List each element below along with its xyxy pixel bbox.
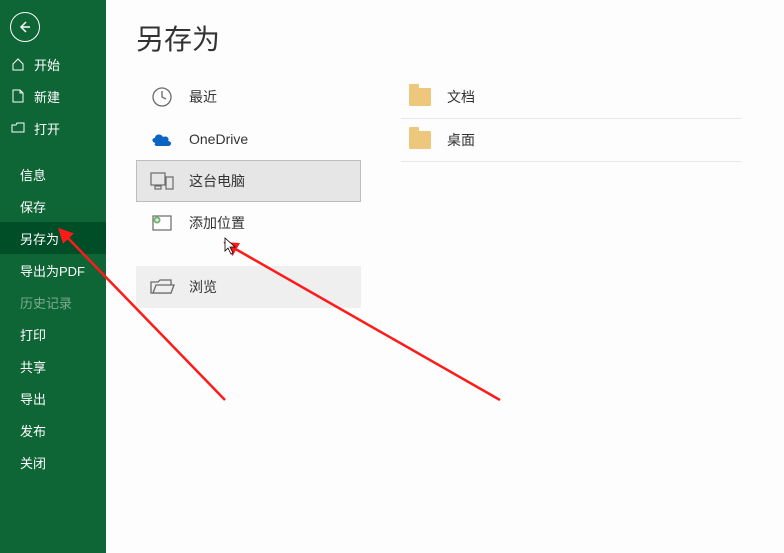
back-button[interactable] bbox=[10, 12, 40, 42]
sidebar-item-open[interactable]: 打开 bbox=[0, 112, 106, 144]
sidebar-item-save[interactable]: 保存 bbox=[0, 190, 106, 222]
location-label: 添加位置 bbox=[189, 213, 245, 233]
add-location-icon bbox=[149, 210, 175, 236]
sidebar-item-info[interactable]: 信息 bbox=[0, 158, 106, 190]
folder-label: 文档 bbox=[447, 87, 475, 107]
folder-icon bbox=[409, 88, 431, 106]
browse-button[interactable]: 浏览 bbox=[136, 266, 361, 308]
open-folder-icon bbox=[10, 120, 26, 136]
onedrive-icon bbox=[149, 126, 175, 152]
location-label: 最近 bbox=[189, 87, 217, 107]
backstage-sidebar: 开始 新建 打开 信息 保存 另存为 导出为PDF 历史记录 打印 共享 导出 … bbox=[0, 0, 106, 553]
sidebar-item-export[interactable]: 导出 bbox=[0, 382, 106, 414]
sidebar-item-saveas[interactable]: 另存为 bbox=[0, 222, 106, 254]
sidebar-item-home[interactable]: 开始 bbox=[0, 48, 106, 80]
folder-item-desktop[interactable]: 桌面 bbox=[401, 119, 741, 162]
folder-icon bbox=[409, 131, 431, 149]
sidebar-label-open: 打开 bbox=[34, 119, 60, 138]
content-pane: 另存为 最近 OneDrive bbox=[106, 0, 784, 553]
browse-label: 浏览 bbox=[189, 277, 217, 297]
folder-item-documents[interactable]: 文档 bbox=[401, 76, 741, 119]
thispc-icon bbox=[149, 168, 175, 194]
location-recent[interactable]: 最近 bbox=[136, 76, 361, 118]
sidebar-item-publish[interactable]: 发布 bbox=[0, 414, 106, 446]
sidebar-label-new: 新建 bbox=[34, 87, 60, 106]
folders-column: 文档 桌面 bbox=[401, 76, 741, 308]
location-addplace[interactable]: 添加位置 bbox=[136, 202, 361, 244]
home-icon bbox=[10, 56, 26, 72]
location-label: 这台电脑 bbox=[189, 171, 245, 191]
locations-column: 最近 OneDrive 这台电脑 bbox=[136, 76, 361, 308]
location-onedrive[interactable]: OneDrive bbox=[136, 118, 361, 160]
recent-icon bbox=[149, 84, 175, 110]
sidebar-item-new[interactable]: 新建 bbox=[0, 80, 106, 112]
sidebar-label-home: 开始 bbox=[34, 55, 60, 74]
cursor-icon bbox=[224, 237, 238, 255]
new-file-icon bbox=[10, 88, 26, 104]
page-title: 另存为 bbox=[136, 18, 784, 58]
arrow-left-icon bbox=[17, 19, 33, 35]
sidebar-item-exportpdf[interactable]: 导出为PDF bbox=[0, 254, 106, 286]
location-label: OneDrive bbox=[189, 131, 248, 147]
sidebar-item-share[interactable]: 共享 bbox=[0, 350, 106, 382]
browse-folder-icon bbox=[149, 274, 175, 300]
sidebar-item-print[interactable]: 打印 bbox=[0, 318, 106, 350]
location-thispc[interactable]: 这台电脑 bbox=[136, 160, 361, 202]
sidebar-item-close[interactable]: 关闭 bbox=[0, 446, 106, 478]
sidebar-item-history: 历史记录 bbox=[0, 286, 106, 318]
folder-label: 桌面 bbox=[447, 130, 475, 150]
